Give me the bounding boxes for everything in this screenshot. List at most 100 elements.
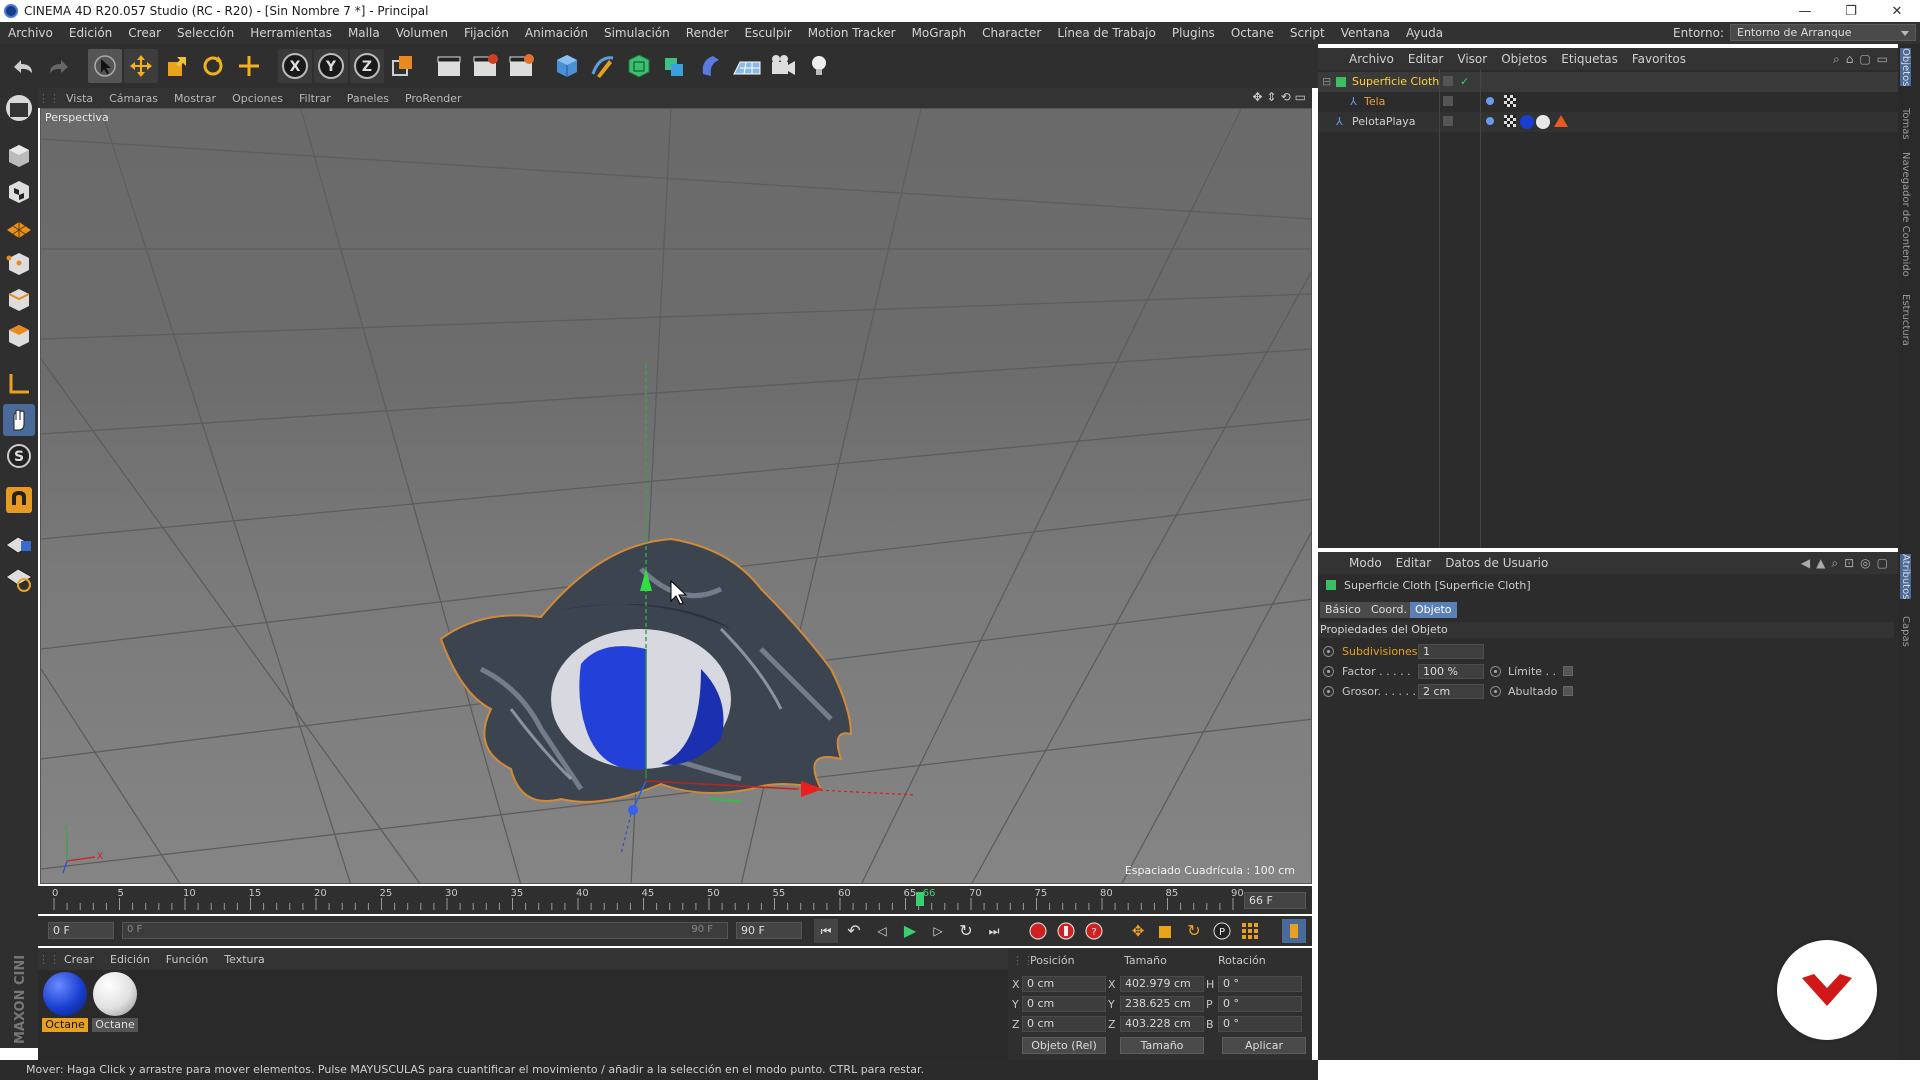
menu-crear[interactable]: Crear — [120, 26, 169, 40]
tab-tomas[interactable]: Tomas — [1900, 108, 1911, 140]
tab-atributos[interactable]: Atributos — [1900, 554, 1911, 600]
points-mode-button[interactable] — [3, 248, 35, 280]
add-cube-button[interactable] — [550, 49, 584, 83]
render-view-button[interactable] — [432, 49, 466, 83]
tab-basico[interactable]: Básico — [1320, 602, 1366, 618]
lock-x-axis-button[interactable]: X — [278, 49, 312, 83]
factor-field[interactable]: 100 % — [1418, 664, 1484, 679]
play-icon[interactable]: ▶ — [898, 919, 922, 943]
object-row-tela[interactable]: ⅄ Tela — [1318, 92, 1898, 112]
move-tool-button[interactable] — [124, 49, 158, 83]
render-settings-button[interactable] — [504, 49, 538, 83]
size-y-field[interactable]: 238.625 cm — [1120, 996, 1204, 1012]
menu-simulacion[interactable]: Simulación — [596, 26, 678, 40]
attributes-menu-datos-de-usuario[interactable]: Datos de Usuario — [1438, 556, 1555, 570]
go-to-end-icon[interactable]: ⏭ — [982, 919, 1006, 943]
menu-mograph[interactable]: MoGraph — [904, 26, 975, 40]
back-arrow-icon[interactable]: ◀ — [1801, 556, 1810, 571]
viewport-menu-mostrar[interactable]: Mostrar — [166, 92, 224, 105]
animate-abultado-radio[interactable] — [1490, 686, 1501, 697]
auto-key-icon[interactable] — [1054, 919, 1078, 943]
attributes-menu-modo[interactable]: Modo — [1342, 556, 1389, 570]
layer-swatch-icon[interactable] — [1443, 76, 1453, 86]
environment-dropdown[interactable]: Entorno de Arranque — [1730, 24, 1916, 41]
timeline-ruler[interactable]: 0 5 10 15 20 25 30 35 40 45 50 55 60 65 66 70 75 80 85 90 6… — [38, 886, 1312, 914]
previous-key-icon[interactable]: ↶ — [842, 919, 866, 943]
make-editable-button[interactable] — [3, 92, 35, 124]
end-frame-field[interactable]: 90 F — [736, 922, 802, 939]
animate-limite-radio[interactable] — [1490, 666, 1501, 677]
material-menu-crear[interactable]: Crear — [56, 953, 102, 966]
edges-mode-button[interactable] — [3, 284, 35, 316]
material-menu-edicion[interactable]: Edición — [102, 953, 158, 966]
menu-render[interactable]: Render — [678, 26, 737, 40]
maximize-icon[interactable]: ▭ — [1877, 52, 1888, 67]
menu-herramientas[interactable]: Herramientas — [242, 26, 340, 40]
viewport-maximize-icon[interactable]: ▭ — [1295, 90, 1306, 104]
object-row-superficie-cloth[interactable]: ⊟ Superficie Cloth ✓ — [1318, 72, 1898, 92]
material-menu-textura[interactable]: Textura — [216, 953, 272, 966]
add-camera-button[interactable] — [766, 49, 800, 83]
menu-archivo[interactable]: Archivo — [0, 26, 61, 40]
go-to-start-icon[interactable]: ⏮ — [814, 919, 838, 943]
record-keys-icon[interactable] — [1026, 919, 1050, 943]
add-spline-button[interactable] — [586, 49, 620, 83]
tab-capas[interactable]: Capas — [1900, 616, 1911, 647]
coordinate-mode-dropdown[interactable]: Objeto (Rel) — [1022, 1037, 1106, 1054]
objects-menu-etiquetas[interactable]: Etiquetas — [1554, 52, 1625, 66]
menu-ayuda[interactable]: Ayuda — [1398, 26, 1451, 40]
viewport-menu-paneles[interactable]: Paneles — [339, 92, 397, 105]
menu-character[interactable]: Character — [974, 26, 1049, 40]
undo-button[interactable] — [6, 49, 40, 83]
objects-menu-objetos[interactable]: Objetos — [1494, 52, 1554, 66]
phong-tag-icon[interactable] — [1554, 115, 1568, 127]
close-button[interactable]: ✕ — [1874, 0, 1920, 22]
viewport-menu-camaras[interactable]: Cámaras — [101, 92, 166, 105]
cloth-tag-icon[interactable] — [1486, 97, 1494, 105]
rotation-p-field[interactable]: 0 ° — [1218, 996, 1302, 1012]
objects-menu-visor[interactable]: Visor — [1450, 52, 1494, 66]
new-view-icon[interactable]: ▢ — [1859, 52, 1870, 67]
lock-icon[interactable]: ⊡ — [1844, 556, 1854, 571]
viewport-menu-filtrar[interactable]: Filtrar — [291, 92, 339, 105]
menu-plugins[interactable]: Plugins — [1164, 26, 1223, 40]
size-mode-dropdown[interactable]: Tamaño — [1120, 1037, 1204, 1054]
tweak-mode-button[interactable] — [3, 404, 35, 436]
lock-y-axis-button[interactable]: Y — [314, 49, 348, 83]
material-octane-white[interactable]: Octane — [92, 972, 138, 1032]
model-mode-button[interactable] — [3, 140, 35, 172]
rotate-tool-button[interactable] — [196, 49, 230, 83]
frame-range-slider[interactable]: 0 F 90 F — [122, 922, 728, 939]
viewport-move-icon[interactable]: ✥ — [1252, 90, 1262, 104]
menu-edicion[interactable]: Edición — [61, 26, 120, 40]
menu-linea-de-trabajo[interactable]: Línea de Trabajo — [1049, 26, 1164, 40]
viewport-zoom-icon[interactable]: ⇕ — [1267, 90, 1277, 104]
material-octane-blue[interactable]: Octane — [42, 972, 88, 1032]
position-x-field[interactable]: 0 cm — [1022, 976, 1106, 992]
step-back-icon[interactable]: ◁ — [870, 919, 894, 943]
menu-fijacion[interactable]: Fijación — [456, 26, 517, 40]
playhead-marker[interactable] — [916, 892, 924, 906]
menu-motion-tracker[interactable]: Motion Tracker — [800, 26, 904, 40]
position-z-field[interactable]: 0 cm — [1022, 1016, 1106, 1032]
add-array-button[interactable] — [658, 49, 692, 83]
coordinate-system-button[interactable] — [386, 49, 420, 83]
collider-tag-icon[interactable] — [1486, 117, 1494, 125]
subdivisions-field[interactable]: 1 — [1418, 644, 1484, 659]
snap-button[interactable] — [3, 484, 35, 516]
key-position-icon[interactable]: ✥ — [1126, 919, 1150, 943]
material-tag-blue-icon[interactable] — [1520, 115, 1534, 129]
grosor-field[interactable]: 2 cm — [1418, 684, 1484, 699]
texture-tag-icon[interactable] — [1504, 95, 1516, 107]
key-point-level-icon[interactable] — [1238, 919, 1262, 943]
apply-button[interactable]: Aplicar — [1222, 1037, 1306, 1054]
enable-axis-button[interactable] — [3, 368, 35, 400]
limite-checkbox[interactable] — [1563, 666, 1573, 676]
render-to-picture-viewer-button[interactable] — [468, 49, 502, 83]
start-frame-field[interactable]: 0 F — [48, 922, 114, 939]
menu-volumen[interactable]: Volumen — [388, 26, 456, 40]
redo-button[interactable] — [42, 49, 76, 83]
material-menu-funcion[interactable]: Función — [158, 953, 216, 966]
planar-workplane-button[interactable] — [3, 562, 35, 594]
menu-animacion[interactable]: Animación — [517, 26, 596, 40]
